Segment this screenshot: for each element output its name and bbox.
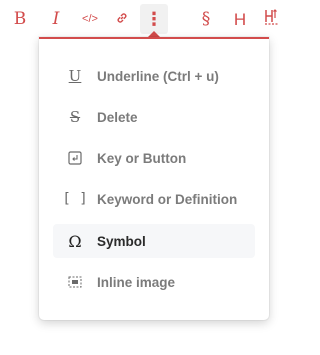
menu-item-symbol[interactable]: Ω Symbol: [53, 224, 255, 258]
menu-item-label: Inline image: [97, 274, 176, 290]
heading-button[interactable]: H: [226, 4, 254, 34]
underline-icon: U: [68, 67, 82, 85]
section-button[interactable]: §: [192, 4, 220, 34]
menu-item-label: Keyword or Definition: [97, 191, 238, 207]
menu-item-label: Underline (Ctrl + u): [97, 68, 219, 84]
more-vertical-icon: ⋮: [145, 9, 163, 29]
key-icon: [53, 151, 97, 165]
bold-icon: B: [13, 8, 27, 29]
omega-icon: Ω: [68, 231, 82, 251]
spacing-button[interactable]: [258, 4, 286, 34]
code-icon: </>: [82, 12, 98, 25]
bold-button[interactable]: B: [6, 4, 34, 34]
menu-item-underline[interactable]: U Underline (Ctrl + u): [53, 59, 255, 93]
italic-button[interactable]: I: [42, 4, 70, 34]
brackets-icon: [ ]: [62, 191, 88, 207]
link-button[interactable]: [108, 4, 136, 34]
section-icon: §: [201, 8, 211, 29]
italic-icon: I: [52, 8, 60, 29]
more-formatting-menu: U Underline (Ctrl + u) S Delete Key or B…: [39, 37, 269, 320]
menu-item-label: Delete: [97, 109, 138, 125]
menu-item-key-or-button[interactable]: Key or Button: [53, 141, 255, 175]
menu-item-delete[interactable]: S Delete: [53, 100, 255, 134]
menu-item-label: Symbol: [97, 233, 146, 249]
line-spacing-icon: [263, 8, 281, 31]
menu-item-label: Key or Button: [97, 150, 187, 166]
strikethrough-icon: S: [69, 108, 81, 126]
heading-icon: H: [233, 9, 247, 29]
link-icon: [115, 11, 129, 28]
menu-item-keyword[interactable]: [ ] Keyword or Definition: [53, 182, 255, 216]
inline-image-icon: [53, 276, 97, 288]
code-button[interactable]: </>: [76, 4, 104, 34]
more-button[interactable]: ⋮: [140, 4, 168, 34]
menu-item-inline-image[interactable]: Inline image: [53, 265, 255, 299]
